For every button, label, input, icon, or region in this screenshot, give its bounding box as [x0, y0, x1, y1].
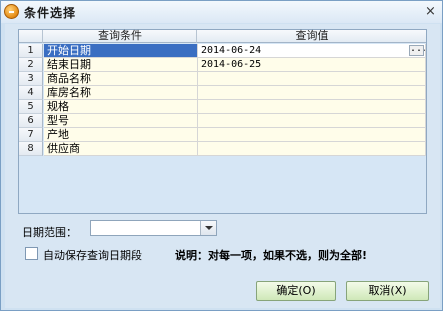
row-number: 2 [19, 58, 43, 72]
table-row[interactable]: 6 型号 [19, 114, 426, 128]
condition-cell[interactable]: 产地 [44, 128, 198, 142]
autosave-label[interactable]: 自动保存查询日期段 [43, 247, 142, 263]
value-cell[interactable] [198, 128, 426, 142]
date-range-label: 日期范围： [22, 226, 77, 239]
condition-cell[interactable]: 结束日期 [44, 58, 198, 72]
column-header-condition[interactable]: 查询条件 [44, 30, 197, 43]
instruction-note: 说明：对每一项，如果不选，则为全部! [175, 249, 368, 262]
column-header-value[interactable]: 查询值 [198, 30, 426, 43]
value-cell[interactable] [198, 114, 426, 128]
table-row[interactable]: 7 产地 [19, 128, 426, 142]
autosave-checkbox[interactable] [25, 247, 38, 260]
row-number: 7 [19, 128, 43, 142]
grid-header: 查询条件 查询值 [19, 30, 426, 43]
condition-select-dialog: 条件选择 × 查询条件 查询值 1 开始日期 2014-06-24 ... 2 … [0, 0, 443, 311]
app-icon [4, 4, 19, 19]
table-row[interactable]: 3 商品名称 [19, 72, 426, 86]
row-number: 5 [19, 100, 43, 114]
chevron-down-icon[interactable] [200, 221, 216, 235]
table-row[interactable]: 8 供应商 [19, 142, 426, 156]
condition-cell[interactable]: 库房名称 [44, 86, 198, 100]
table-row[interactable]: 5 规格 [19, 100, 426, 114]
value-cell[interactable] [198, 100, 426, 114]
ellipsis-button[interactable]: ... [409, 44, 425, 56]
header-rownum-cell [19, 30, 43, 43]
table-row[interactable]: 1 开始日期 2014-06-24 ... [19, 44, 426, 58]
value-cell[interactable]: 2014-06-25 [198, 58, 426, 72]
value-text: 2014-06-24 [201, 45, 262, 56]
row-number: 8 [19, 142, 43, 156]
title-bar[interactable]: 条件选择 × [1, 1, 442, 23]
value-cell[interactable] [198, 142, 426, 156]
condition-cell[interactable]: 型号 [44, 114, 198, 128]
condition-cell[interactable]: 供应商 [44, 142, 198, 156]
condition-cell[interactable]: 开始日期 [44, 44, 198, 58]
row-number: 6 [19, 114, 43, 128]
table-row[interactable]: 4 库房名称 [19, 86, 426, 100]
value-cell[interactable] [198, 72, 426, 86]
value-cell[interactable]: 2014-06-24 ... [198, 44, 426, 58]
date-range-select[interactable] [90, 220, 217, 236]
row-number: 1 [19, 44, 43, 58]
condition-grid: 查询条件 查询值 1 开始日期 2014-06-24 ... 2 结束日期 20… [18, 29, 427, 214]
dialog-body: 查询条件 查询值 1 开始日期 2014-06-24 ... 2 结束日期 20… [5, 24, 440, 308]
table-row[interactable]: 2 结束日期 2014-06-25 [19, 58, 426, 72]
window-title: 条件选择 [24, 6, 77, 20]
condition-cell[interactable]: 商品名称 [44, 72, 198, 86]
row-number: 4 [19, 86, 43, 100]
close-button[interactable]: × [422, 4, 439, 20]
row-number: 3 [19, 72, 43, 86]
cancel-button[interactable]: 取消(X) [346, 281, 429, 301]
ok-button[interactable]: 确定(O) [256, 281, 336, 301]
condition-cell[interactable]: 规格 [44, 100, 198, 114]
value-cell[interactable] [198, 86, 426, 100]
